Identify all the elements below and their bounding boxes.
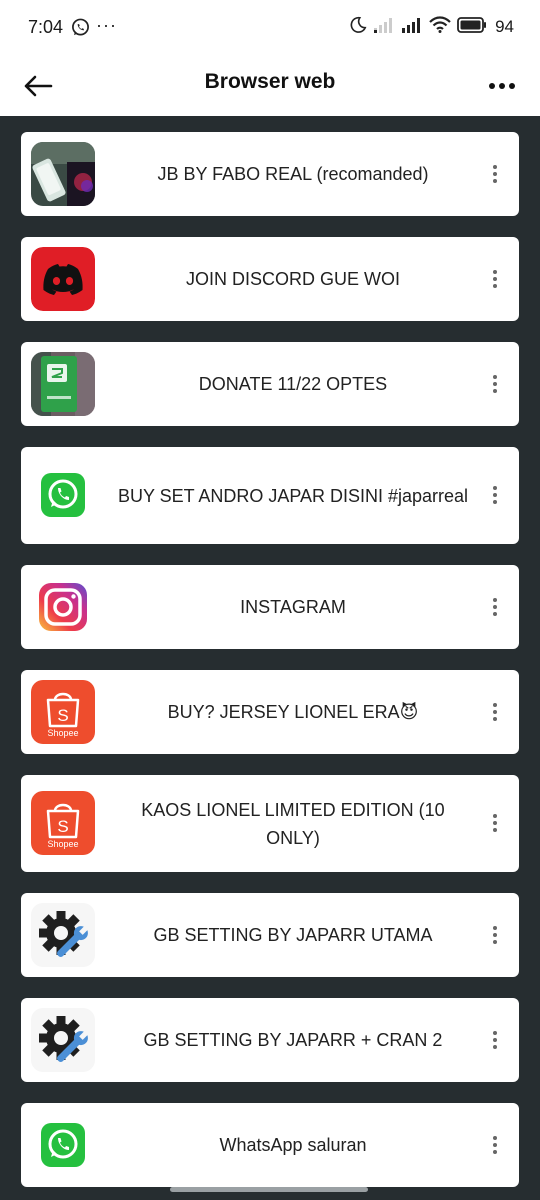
svg-text:S: S (57, 817, 68, 836)
list-item[interactable]: WhatsApp saluran (21, 1103, 519, 1187)
kebab-menu-icon[interactable] (485, 592, 505, 622)
list-item[interactable]: JB BY FABO REAL (recomanded) (21, 132, 519, 216)
wifi-icon (429, 16, 451, 38)
item-label: GB SETTING BY JAPARR + CRAN 2 (143, 1030, 443, 1050)
item-label: WhatsApp saluran (219, 1135, 367, 1155)
shopee-caption: Shopee (47, 839, 79, 849)
status-bar: 7:04 ··· 94 (0, 0, 540, 56)
signal-icon (373, 17, 395, 38)
item-label: BUY? JERSEY LIONEL ERA😈 (167, 702, 419, 722)
kebab-menu-icon[interactable] (485, 697, 505, 727)
whatsapp-icon (31, 1113, 95, 1177)
kebab-menu-icon[interactable] (485, 264, 505, 294)
item-label: JB BY FABO REAL (recomanded) (157, 164, 429, 184)
kebab-menu-icon[interactable] (485, 159, 505, 189)
notification-more-icon: ··· (96, 15, 117, 35)
list-item[interactable]: JOIN DISCORD GUE WOI (21, 237, 519, 321)
whatsapp-notification-icon (71, 18, 90, 37)
shopee-icon: S Shopee (31, 680, 95, 744)
battery-percent: 94 (495, 17, 514, 36)
app-bar: Browser web (0, 56, 540, 116)
signal-icon-2 (401, 17, 423, 38)
moon-icon (349, 16, 367, 39)
svg-text:S: S (57, 706, 68, 725)
whatsapp-icon (31, 463, 95, 527)
more-options-button[interactable] (482, 66, 522, 106)
link-list: JB BY FABO REAL (recomanded) JOIN DISCOR… (0, 116, 540, 1200)
discord-icon (31, 247, 95, 311)
kebab-menu-icon[interactable] (485, 480, 505, 510)
item-label: DONATE 11/22 OPTES (198, 374, 388, 394)
item-label: BUY SET ANDRO JAPAR DISINI #japarreal (117, 485, 469, 506)
shopee-icon: S Shopee (31, 791, 95, 855)
kebab-menu-icon[interactable] (485, 369, 505, 399)
list-item[interactable]: INSTAGRAM (21, 565, 519, 649)
item-label: INSTAGRAM (240, 597, 346, 617)
item-label: JOIN DISCORD GUE WOI (185, 269, 400, 289)
kebab-menu-icon[interactable] (485, 920, 505, 950)
list-item[interactable]: DONATE 11/22 OPTES (21, 342, 519, 426)
list-item[interactable]: S Shopee BUY? JERSEY LIONEL ERA😈 (21, 670, 519, 754)
item-label: KAOS LIONEL LIMITED EDITION (10 ONLY) (141, 799, 445, 848)
instagram-icon (31, 575, 95, 639)
phone-photo-thumbnail (31, 142, 95, 206)
list-item[interactable]: BUY SET ANDRO JAPAR DISINI #japarreal (21, 447, 519, 544)
status-time: 7:04 (28, 17, 64, 37)
home-indicator[interactable] (170, 1187, 368, 1192)
page-title: Browser web (204, 70, 336, 93)
settings-wrench-icon (31, 1008, 95, 1072)
battery-icon (457, 16, 487, 38)
settings-wrench-icon (31, 903, 95, 967)
kebab-menu-icon[interactable] (485, 808, 505, 838)
more-horizontal-icon (489, 83, 515, 89)
kebab-menu-icon[interactable] (485, 1025, 505, 1055)
list-item[interactable]: S Shopee KAOS LIONEL LIMITED EDITION (10… (21, 775, 519, 872)
list-item[interactable]: GB SETTING BY JAPARR UTAMA (21, 893, 519, 977)
list-item[interactable]: GB SETTING BY JAPARR + CRAN 2 (21, 998, 519, 1082)
shopee-caption: Shopee (47, 728, 79, 738)
donate-card-thumbnail (31, 352, 95, 416)
item-label: GB SETTING BY JAPARR UTAMA (153, 925, 433, 945)
kebab-menu-icon[interactable] (485, 1130, 505, 1160)
